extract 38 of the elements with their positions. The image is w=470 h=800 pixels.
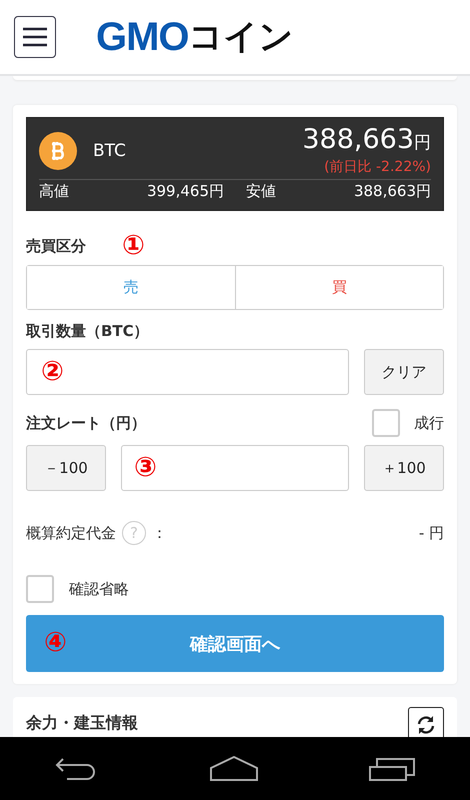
- change-text: (前日比 -2.22%): [323, 158, 431, 176]
- home-icon[interactable]: [210, 756, 258, 782]
- annotation-number: ④: [44, 628, 67, 658]
- logo-text: コイン: [188, 16, 294, 59]
- bitcoin-icon: [39, 132, 77, 170]
- high-value: 399,465円: [146, 182, 224, 201]
- clear-button[interactable]: クリア: [364, 349, 444, 395]
- price-unit: 円: [414, 133, 431, 153]
- section-label: 売買区分: [26, 236, 86, 256]
- checkbox-label: 確認省略: [69, 580, 129, 598]
- segment-button[interactable]: 買: [234, 266, 443, 309]
- checkbox[interactable]: [372, 409, 400, 437]
- input-field[interactable]: ③: [121, 445, 349, 491]
- estimate-value: - 円: [418, 524, 444, 542]
- logo-text: GMO: [96, 14, 189, 60]
- price-value: 388,663: [302, 124, 414, 155]
- estimate-label: 概算約定代金: [26, 524, 116, 542]
- annotation-number: ①: [122, 231, 145, 261]
- menu-button[interactable]: [14, 16, 56, 58]
- section-title: 余力・建玉情報: [26, 713, 138, 733]
- recent-apps-icon[interactable]: [368, 756, 415, 780]
- annotation-number: ③: [134, 453, 157, 483]
- menu-icon: [22, 27, 48, 47]
- minus-button[interactable]: －100: [26, 445, 106, 491]
- refresh-button[interactable]: [408, 707, 444, 737]
- low-value: 388,663円: [352, 182, 431, 201]
- checkbox[interactable]: [26, 575, 54, 603]
- low-label: 安値: [246, 182, 277, 201]
- checkbox-label: 成行: [414, 414, 444, 432]
- colon-text: ：: [152, 524, 167, 542]
- section-label: 取引数量（BTC）: [26, 322, 150, 341]
- refresh-icon: [415, 714, 437, 736]
- annotation-number: ②: [41, 357, 64, 387]
- high-label: 高値: [39, 182, 70, 201]
- section-label: 注文レート（円）: [26, 414, 146, 432]
- symbol-label: BTC: [93, 140, 127, 160]
- plus-button[interactable]: ＋100: [364, 445, 444, 491]
- input-field[interactable]: ②: [26, 349, 349, 395]
